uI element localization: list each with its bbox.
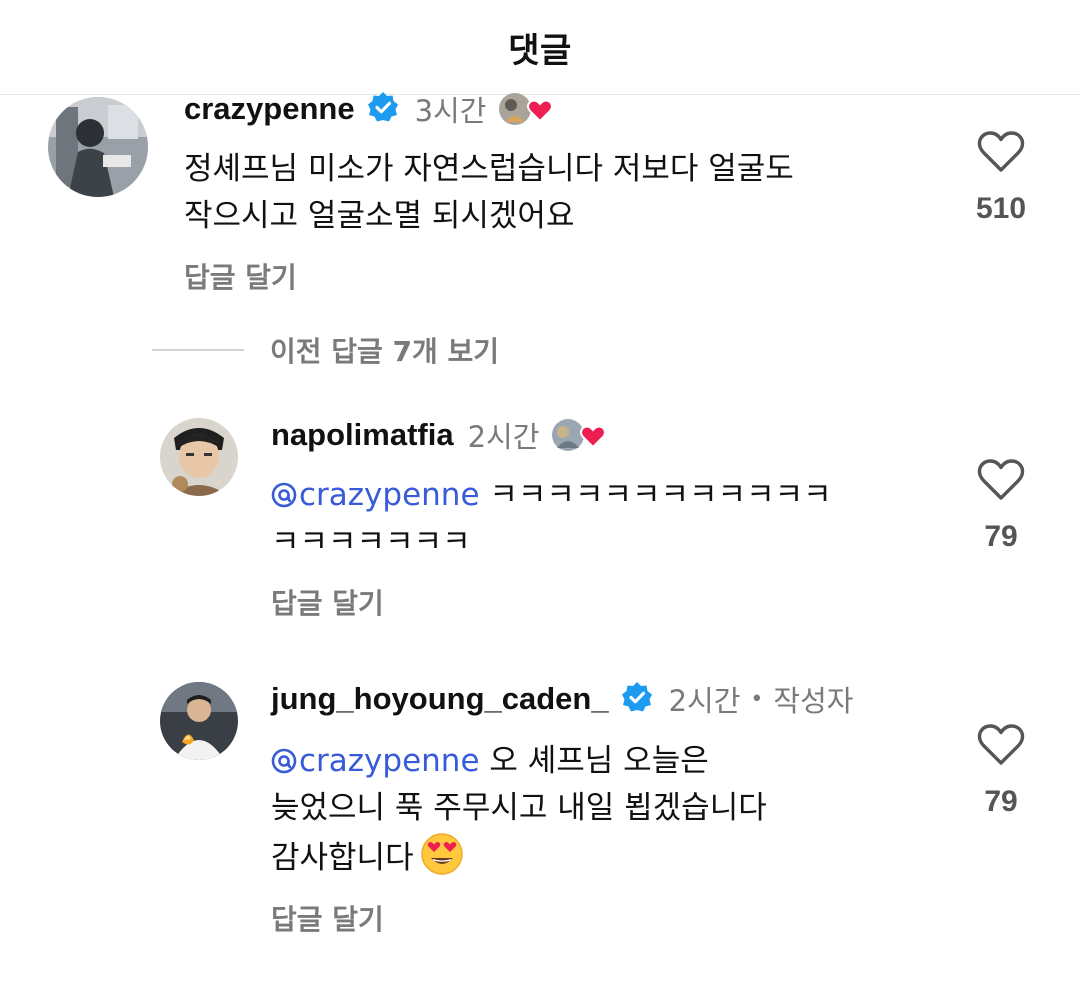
comment-text-line: 작으시고 얼굴소멸 되시겠어요 (184, 198, 575, 234)
comment-text-content: ㅋㅋㅋㅋㅋㅋㅋㅋㅋㅋㅋㅋ (479, 477, 832, 513)
like-heart-icon[interactable] (961, 458, 1041, 502)
avatar[interactable] (48, 97, 148, 197)
mention-link[interactable]: crazypenne (271, 743, 480, 779)
comment-text: 정셰프님 미소가 자연스럽습니다 저보다 얼굴도 작으시고 얼굴소멸 되시겠어요 (184, 146, 834, 240)
like-count: 79 (984, 520, 1018, 553)
comment-text-line: ㅋㅋㅋㅋㅋㅋㅋ (271, 524, 471, 560)
like-column: 79 (961, 458, 1041, 554)
username[interactable]: crazypenne (184, 91, 355, 127)
separator-dot: • (750, 686, 764, 712)
comment-text-line: 감사합니다 (271, 832, 921, 882)
heart-eyes-emoji-icon (420, 832, 464, 876)
reply-button[interactable]: 답글 달기 (271, 582, 384, 622)
mention-username[interactable]: crazypenne (299, 477, 480, 513)
mention-link[interactable]: crazypenne (271, 477, 480, 513)
comment-meta: jung_hoyoung_caden_ 2시간 • 작성자 (271, 678, 853, 720)
avatar[interactable] (160, 418, 238, 496)
creator-liked-icon (551, 418, 611, 452)
verified-badge-icon (621, 681, 653, 717)
like-heart-icon[interactable] (961, 130, 1041, 174)
reply-button[interactable]: 답글 달기 (271, 898, 384, 938)
timestamp: 2시간 (668, 684, 741, 718)
comment-text-content: 감사합니다 (271, 840, 414, 876)
timestamp: 3시간 (414, 94, 487, 128)
username[interactable]: napolimatfia (271, 417, 454, 453)
verified-badge-icon (367, 91, 399, 127)
username[interactable]: jung_hoyoung_caden_ (271, 681, 609, 717)
view-previous-replies[interactable]: 이전 답글 7개 보기 (152, 330, 499, 370)
like-column: 510 (961, 130, 1041, 226)
avatar[interactable] (160, 682, 238, 760)
like-count: 510 (975, 192, 1027, 225)
comment-text-line: crazypenne ㅋㅋㅋㅋㅋㅋㅋㅋㅋㅋㅋㅋ (271, 472, 921, 519)
divider-line (152, 349, 244, 351)
like-heart-icon[interactable] (961, 723, 1041, 767)
comment-text: crazypenne ㅋㅋㅋㅋㅋㅋㅋㅋㅋㅋㅋㅋ ㅋㅋㅋㅋㅋㅋㅋ (271, 472, 921, 566)
like-count: 79 (984, 785, 1018, 818)
threads-icon (271, 482, 297, 508)
comment-text-line: crazypenne 오 셰프님 오늘은 (271, 738, 921, 785)
reply-button[interactable]: 답글 달기 (184, 256, 297, 296)
threads-icon (271, 748, 297, 774)
comment-text-line: 정셰프님 미소가 자연스럽습니다 저보다 얼굴도 (184, 151, 794, 187)
comment-meta: crazypenne 3시간 (184, 88, 558, 130)
comment-meta: napolimatfia 2시간 (271, 414, 611, 456)
comment-text: crazypenne 오 셰프님 오늘은 늦었으니 푹 주무시고 내일 뵙겠습니… (271, 738, 921, 882)
timestamp: 2시간 (467, 420, 540, 454)
comment-text-content: 오 셰프님 오늘은 (479, 743, 709, 779)
mention-username[interactable]: crazypenne (299, 743, 480, 779)
header-title: 댓글 (508, 30, 572, 71)
comments-header: 댓글 (0, 0, 1080, 95)
like-column: 79 (961, 723, 1041, 819)
creator-liked-icon (498, 92, 558, 126)
author-badge: 작성자 (773, 684, 854, 718)
view-previous-label[interactable]: 이전 답글 7개 보기 (270, 330, 499, 370)
comment-text-line: 늦었으니 푹 주무시고 내일 뵙겠습니다 (271, 790, 767, 826)
